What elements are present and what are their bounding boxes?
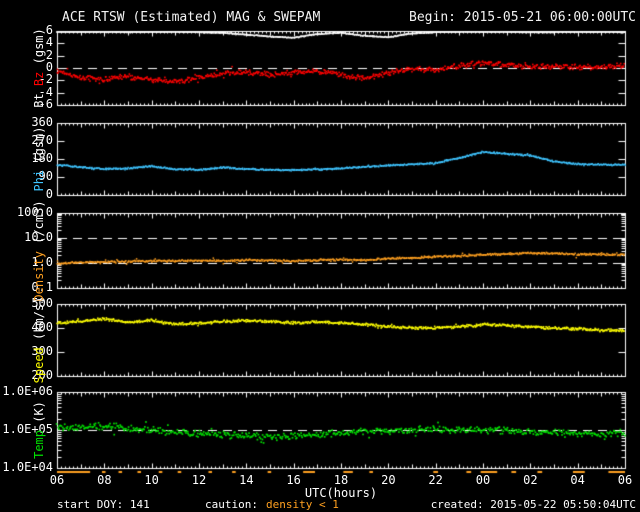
axis-title-part: Speed [32,347,46,384]
axis-title-speed: Speed (km/s) [32,297,47,384]
x-tick-label: 16 [286,473,301,487]
axis-title-part: Density [32,250,46,302]
footer-caution-value: density < 1 [266,498,339,511]
axis-title-part: Bz [32,71,46,87]
plot-canvas [0,0,640,512]
x-tick-label: 00 [475,473,491,487]
x-tick-label: 10 [144,473,159,487]
x-tick-label: 18 [333,473,349,487]
footer-caution-label: caution: [205,498,258,511]
footer-created-timestamp: created: 2015-05-22 05:50:04UTC [430,498,636,511]
x-tick-label: 20 [381,473,396,487]
axis-title-part: (K) [32,401,46,430]
x-tick-label: 04 [570,473,585,487]
axis-title-part: (gsm) [32,126,46,170]
ace-rtsw-swpc-plot: ACE RTSW (Estimated) MAG & SWEPAM Begin:… [0,0,640,512]
axis-title-part: (/cm3) [32,199,46,251]
axis-title-part: Phi [32,169,46,192]
page-title: ACE RTSW (Estimated) MAG & SWEPAM [62,10,321,25]
x-tick-label: 06 [617,473,633,487]
x-tick-label: 08 [97,473,112,487]
axis-title-part: (km/s) [32,296,46,348]
x-tick-label: 02 [523,473,538,487]
axis-title-temp: Temp (K) [32,401,47,459]
axis-title-density: Density (/cm3) [32,200,47,301]
axis-title-phi: Phi (gsm) [32,126,47,191]
axis-title-mag: Bt Bz (gsm) [32,28,47,108]
begin-timestamp: Begin: 2015-05-21 06:00:00UTC [409,10,636,25]
x-tick-label: 22 [428,473,443,487]
x-tick-label: 12 [191,473,207,487]
axis-title-part: (gsm) [32,28,46,72]
axis-title-part: Bt [32,86,46,108]
axis-title-part: Temp [32,430,46,459]
x-tick-label: 14 [239,473,254,487]
y-tick-label-temp: 1.0E+06 [2,384,53,398]
footer-start-doy: start DOY: 141 [57,498,150,511]
x-tick-label: 06 [49,473,65,487]
